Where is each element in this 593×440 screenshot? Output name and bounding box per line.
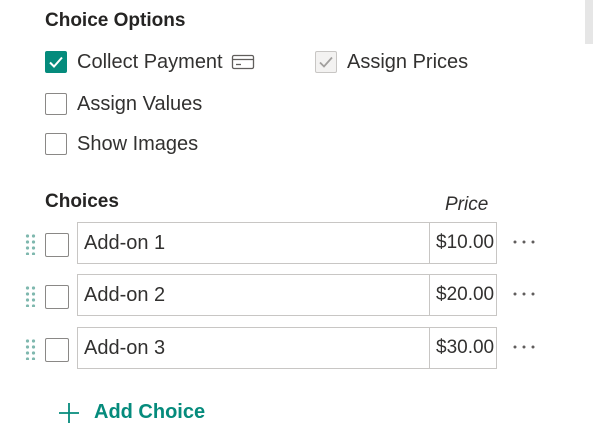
collect-payment-option[interactable]: Collect Payment: [45, 49, 255, 75]
choices-title: Choices: [45, 191, 119, 212]
choice-row: Add-on 2 $20.00: [0, 274, 560, 318]
choice-price-input[interactable]: $30.00: [429, 327, 497, 369]
scrollbar[interactable]: [585, 0, 593, 44]
choice-label-input[interactable]: Add-on 2: [77, 274, 429, 316]
choice-row: Add-on 3 $30.00: [0, 327, 560, 371]
checkmark-icon: [319, 56, 333, 68]
show-images-label: Show Images: [77, 133, 199, 155]
assign-prices-checkbox[interactable]: [315, 51, 337, 73]
choice-row: Add-on 1 $10.00: [0, 222, 560, 266]
assign-values-checkbox[interactable]: [45, 93, 67, 115]
show-images-option[interactable]: Show Images: [45, 131, 198, 157]
show-images-checkbox[interactable]: [45, 133, 67, 155]
choice-label-input[interactable]: Add-on 1: [77, 222, 429, 264]
plus-icon: [58, 402, 80, 424]
more-options-icon[interactable]: [510, 337, 538, 357]
assign-prices-label: Assign Prices: [347, 51, 469, 73]
choice-price-input[interactable]: $20.00: [429, 274, 497, 316]
price-column-header: Price: [445, 194, 489, 215]
collect-payment-label: Collect Payment: [77, 51, 223, 73]
checkmark-icon: [49, 56, 63, 68]
choice-label-input[interactable]: Add-on 3: [77, 327, 429, 369]
add-choice-button[interactable]: Add Choice: [58, 401, 205, 424]
choice-price-input[interactable]: $10.00: [429, 222, 497, 264]
choice-settings-panel: Choice Options Collect Payment Assign Pr…: [0, 0, 593, 440]
add-choice-label: Add Choice: [94, 401, 206, 423]
credit-card-icon: [231, 53, 255, 71]
assign-prices-option[interactable]: Assign Prices: [315, 49, 468, 75]
choice-checkbox[interactable]: [45, 233, 69, 257]
drag-handle-icon[interactable]: [25, 338, 37, 361]
choice-checkbox[interactable]: [45, 338, 69, 362]
more-options-icon[interactable]: [510, 284, 538, 304]
collect-payment-checkbox[interactable]: [45, 51, 67, 73]
more-options-icon[interactable]: [510, 232, 538, 252]
drag-handle-icon[interactable]: [25, 285, 37, 308]
assign-values-option[interactable]: Assign Values: [45, 91, 202, 117]
choice-options-title: Choice Options: [45, 10, 186, 31]
assign-values-label: Assign Values: [77, 93, 203, 115]
choice-checkbox[interactable]: [45, 285, 69, 309]
drag-handle-icon[interactable]: [25, 233, 37, 256]
